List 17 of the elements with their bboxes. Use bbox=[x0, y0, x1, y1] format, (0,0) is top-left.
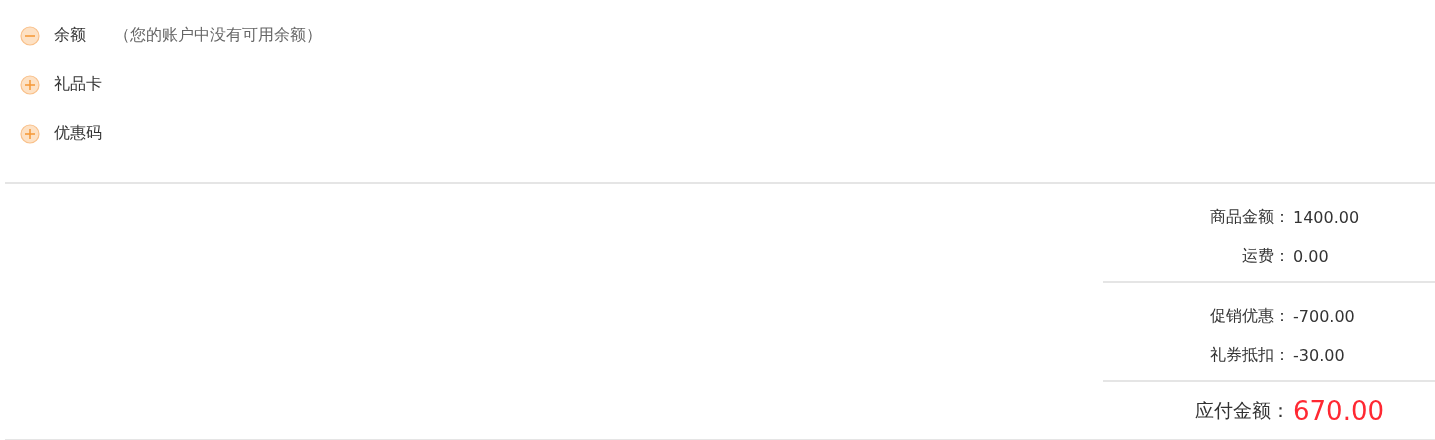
total-value: 670.00 bbox=[1292, 395, 1385, 426]
option-label[interactable]: 礼品卡 bbox=[54, 74, 102, 95]
summary-label: 商品金额： bbox=[1209, 207, 1290, 228]
minus-icon[interactable] bbox=[20, 25, 40, 46]
plus-icon[interactable] bbox=[20, 74, 40, 95]
summary-label: 促销优惠： bbox=[1209, 306, 1290, 327]
option-note: （您的账户中没有可用余额） bbox=[114, 25, 322, 46]
option-label[interactable]: 优惠码 bbox=[54, 123, 102, 144]
summary-value: 1400.00 bbox=[1292, 208, 1361, 227]
option-label[interactable]: 余额 bbox=[54, 25, 86, 46]
summary-label: 礼券抵扣： bbox=[1209, 345, 1290, 366]
plus-icon[interactable] bbox=[20, 123, 40, 144]
summary-value: 0.00 bbox=[1292, 247, 1330, 266]
summary-label: 运费： bbox=[1241, 246, 1290, 267]
total-label: 应付金额： bbox=[1194, 397, 1290, 423]
summary-value: -700.00 bbox=[1292, 307, 1356, 326]
summary-value: -30.00 bbox=[1292, 346, 1346, 365]
